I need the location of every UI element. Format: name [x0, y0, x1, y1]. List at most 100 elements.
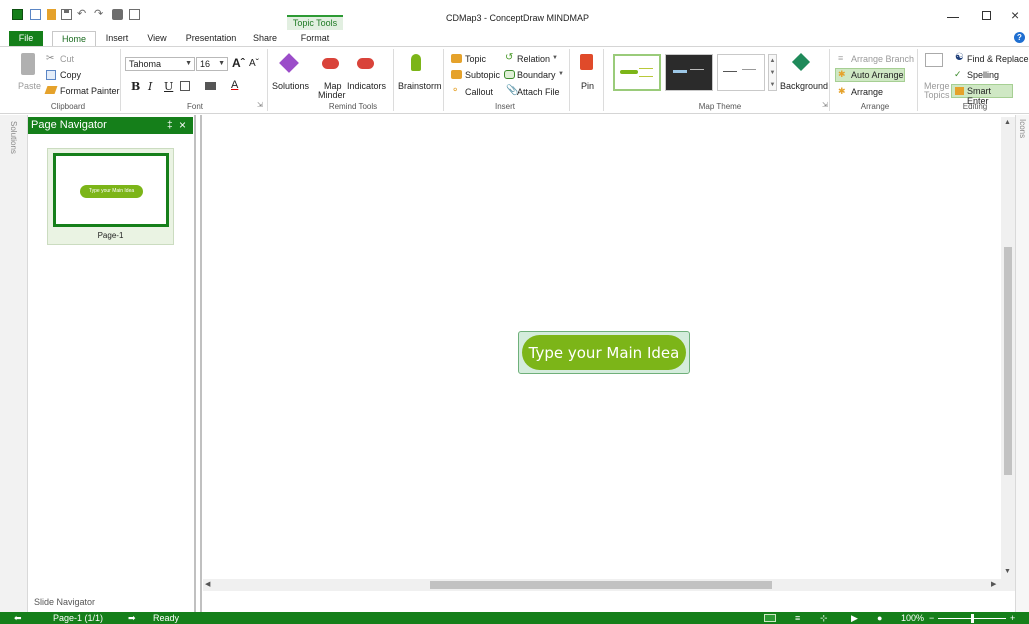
close-panel-icon[interactable]: ×: [179, 117, 186, 134]
zoom-slider-handle[interactable]: [971, 614, 974, 623]
copy-button[interactable]: Copy: [60, 70, 81, 80]
slide-navigator-tab[interactable]: Slide Navigator: [34, 597, 95, 607]
spelling-icon[interactable]: ✓: [954, 69, 962, 80]
relation-button[interactable]: Relation: [517, 54, 550, 64]
map-canvas[interactable]: Type your Main Idea: [203, 117, 1001, 579]
find-replace-button[interactable]: Find & Replace: [967, 54, 1029, 64]
theme-thumbnail-dark[interactable]: [665, 54, 713, 91]
icons-side-tab[interactable]: Icons: [1015, 115, 1029, 612]
font-family-select[interactable]: Tahoma ▼: [125, 57, 195, 71]
horizontal-scrollbar[interactable]: ◀ ▶: [203, 579, 1001, 591]
spelling-button[interactable]: Spelling: [967, 70, 999, 80]
tab-share[interactable]: Share: [248, 31, 282, 46]
attach-file-button[interactable]: Attach File: [517, 87, 560, 97]
tab-presentation[interactable]: Presentation: [180, 31, 242, 46]
boundary-icon[interactable]: [504, 70, 515, 79]
app-logo-icon[interactable]: [12, 9, 23, 20]
scroll-up-icon[interactable]: ▲: [1004, 119, 1011, 126]
close-window-button[interactable]: ×: [1011, 8, 1019, 22]
pin-panel-icon[interactable]: ‡: [167, 117, 173, 134]
main-idea-topic[interactable]: Type your Main Idea: [518, 331, 690, 374]
auto-arrange-button[interactable]: ✱ Auto Arrange: [835, 68, 905, 82]
indicators-button[interactable]: Indicators: [347, 81, 386, 91]
brainstorm-icon[interactable]: [411, 54, 421, 71]
pin-button[interactable]: Pin: [581, 81, 594, 91]
tab-insert[interactable]: Insert: [100, 31, 134, 46]
outline-view-icon[interactable]: ≡: [795, 612, 800, 624]
merge-topics-icon[interactable]: [925, 53, 943, 67]
tab-file[interactable]: File: [9, 31, 43, 46]
presentation-play-icon[interactable]: ▶: [851, 612, 858, 624]
background-icon[interactable]: [791, 52, 811, 72]
save-icon[interactable]: [61, 9, 72, 20]
font-dialog-launcher-icon[interactable]: ⇲: [257, 101, 263, 109]
boundary-button[interactable]: Boundary: [517, 70, 556, 80]
theme-thumbnail-light[interactable]: [613, 54, 661, 91]
font-color-button[interactable]: A: [231, 79, 238, 91]
minimize-button[interactable]: [947, 17, 959, 18]
tab-format[interactable]: Format: [295, 31, 335, 46]
copy-icon[interactable]: [46, 70, 56, 80]
align-icon[interactable]: [180, 81, 190, 91]
arrange-button[interactable]: Arrange: [851, 87, 883, 97]
italic-button[interactable]: I: [148, 80, 152, 93]
format-painter-icon[interactable]: [44, 86, 58, 94]
undo-icon[interactable]: ↶: [77, 9, 88, 20]
arrange-branch-icon[interactable]: ≡: [838, 53, 843, 63]
solutions-side-tab[interactable]: Solutions: [0, 115, 28, 612]
background-button[interactable]: Background: [780, 81, 828, 91]
paste-icon[interactable]: [21, 53, 35, 75]
subtopic-button[interactable]: Subtopic: [465, 70, 500, 80]
vertical-scroll-thumb[interactable]: [1004, 247, 1012, 475]
theme-gallery-scroll[interactable]: ▲ ▼ ▼: [768, 54, 777, 91]
relation-icon[interactable]: ↺: [505, 52, 513, 63]
theme-thumbnail-plain[interactable]: [717, 54, 765, 91]
zoom-slider[interactable]: [938, 614, 1006, 623]
arrange-branch-button[interactable]: Arrange Branch: [851, 54, 914, 64]
smart-enter-button[interactable]: Smart Enter: [951, 84, 1013, 106]
tab-home[interactable]: Home: [52, 31, 96, 46]
brainstorm-button[interactable]: Brainstorm: [398, 81, 442, 91]
redo-icon[interactable]: ↷: [94, 9, 105, 20]
zoom-in-icon[interactable]: +: [1010, 612, 1015, 624]
topic-icon[interactable]: [451, 54, 462, 63]
map-minder-icon[interactable]: [322, 58, 339, 69]
callout-button[interactable]: Callout: [465, 87, 493, 97]
record-icon[interactable]: ●: [877, 612, 882, 624]
scroll-right-icon[interactable]: ▶: [991, 580, 996, 588]
zoom-out-icon[interactable]: −: [929, 612, 934, 624]
callout-icon[interactable]: ⚬: [451, 85, 459, 96]
page-thumbnail-card[interactable]: Type your Main Idea Page-1: [47, 148, 174, 245]
cut-icon[interactable]: ✂: [46, 53, 54, 64]
open-document-icon[interactable]: [47, 9, 56, 20]
format-painter-button[interactable]: Format Painter: [60, 86, 120, 96]
panel-splitter[interactable]: [194, 115, 202, 612]
pin-icon[interactable]: [580, 54, 593, 70]
print-preview-icon[interactable]: [129, 9, 140, 20]
scroll-down-icon[interactable]: ▼: [1004, 568, 1011, 575]
previous-page-icon[interactable]: ⬅: [14, 612, 22, 624]
indicators-icon[interactable]: [357, 58, 374, 69]
cut-button[interactable]: Cut: [60, 54, 74, 64]
tab-view[interactable]: View: [140, 31, 174, 46]
vertical-scrollbar[interactable]: ▲ ▼: [1001, 117, 1015, 591]
restore-button[interactable]: [982, 11, 991, 20]
paste-button[interactable]: Paste: [18, 81, 41, 91]
horizontal-scroll-thumb[interactable]: [430, 581, 772, 589]
underline-button[interactable]: U: [164, 80, 173, 93]
print-icon[interactable]: [112, 9, 123, 20]
new-document-icon[interactable]: [30, 9, 41, 20]
shrink-font-button[interactable]: Aˇ: [249, 58, 259, 69]
solutions-icon[interactable]: [279, 53, 299, 73]
next-page-icon[interactable]: ➡: [128, 612, 136, 624]
subtopic-icon[interactable]: [451, 70, 462, 79]
mindmap-view-icon[interactable]: ⊹: [820, 612, 828, 624]
scroll-left-icon[interactable]: ◀: [205, 580, 210, 588]
fill-color-icon[interactable]: [205, 82, 216, 90]
font-size-select[interactable]: 16 ▼: [196, 57, 228, 71]
arrange-icon[interactable]: ✱: [838, 86, 846, 97]
normal-view-icon[interactable]: [764, 614, 776, 622]
theme-dialog-launcher-icon[interactable]: ⇲: [822, 101, 828, 109]
bold-button[interactable]: B: [131, 80, 140, 93]
help-icon[interactable]: ?: [1014, 32, 1025, 43]
